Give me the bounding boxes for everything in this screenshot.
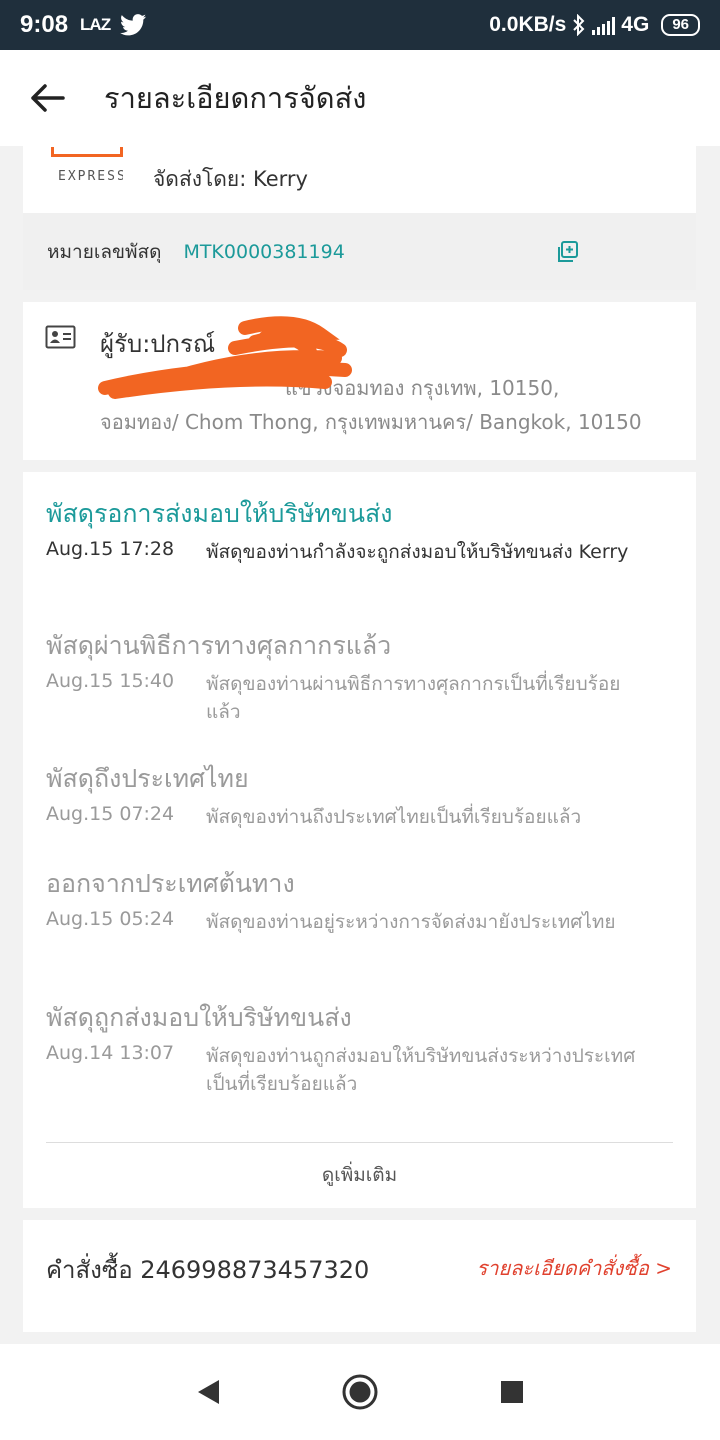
tracking-number-row: หมายเลขพัสดุ MTK0000381194: [23, 213, 696, 290]
event-title: พัสดุถูกส่งมอบให้บริษัทขนส่ง: [46, 1003, 352, 1032]
order-details-link[interactable]: รายละเอียดคำสั่งซื้อ >: [476, 1252, 672, 1284]
redaction-scribble: [98, 316, 352, 399]
recipient-card: ผู้รับ:ปกรณ์ แขวงจอมทอง กรุงเทพ, 10150, …: [23, 302, 696, 460]
event-title: ออกจากประเทศต้นทาง: [46, 869, 295, 898]
event-time: Aug.15 05:24: [46, 908, 175, 930]
event-time: Aug.15 07:24: [46, 803, 175, 825]
triangle-back-icon: [198, 1380, 219, 1404]
page-title: รายละเอียดการจัดส่ง: [104, 81, 367, 115]
network-type: 4G: [621, 13, 650, 36]
event-description: พัสดุของท่านกำลังจะถูกส่งมอบให้บริษัทขนส…: [206, 541, 629, 563]
event-description: พัสดุของท่านอยู่ระหว่างการจัดส่งมายังประ…: [206, 911, 616, 933]
bluetooth-icon: [573, 14, 585, 36]
signal-icon: [592, 15, 616, 35]
id-card-icon: [45, 325, 76, 349]
nav-home-button[interactable]: [334, 1366, 386, 1418]
see-more-button[interactable]: ดูเพิ่มเติม: [23, 1160, 696, 1190]
event-description: พัสดุของท่านถึงประเทศไทยเป็นที่เรียบร้อย…: [206, 806, 582, 828]
event-title: พัสดุผ่านพิธีการทางศุลกากรแล้ว: [46, 631, 392, 660]
timeline-event: ออกจากประเทศต้นทาง Aug.15 05:24 พัสดุของ…: [46, 864, 676, 933]
timeline-event: พัสดุรอการส่งมอบให้บริษัทขนส่ง Aug.15 17…: [46, 494, 676, 563]
lazada-notification-icon: LAZ: [80, 15, 111, 34]
battery-icon: 96: [661, 14, 700, 36]
arrow-left-icon: [31, 84, 65, 112]
event-time: Aug.14 13:07: [46, 1042, 175, 1064]
net-speed: 0.0KB/s: [489, 13, 567, 36]
nav-recents-button[interactable]: [486, 1366, 538, 1418]
divider: [46, 1142, 673, 1143]
order-number: คำสั่งซื้อ 246998873457320: [46, 1256, 370, 1284]
circle-home-icon: [342, 1374, 378, 1410]
event-title: พัสดุรอการส่งมอบให้บริษัทขนส่ง: [46, 499, 393, 528]
event-description: พัสดุของท่านผ่านพิธีการทางศุลกากรเป็นที่…: [206, 673, 621, 723]
system-nav-bar: [0, 1344, 720, 1440]
app-bar: รายละเอียดการจัดส่ง: [0, 50, 720, 146]
logo-text: EXPRESS: [58, 168, 123, 184]
carrier-card: EXPRESS จัดส่งโดย: Kerry หมายเลขพัสดุ MT…: [23, 146, 696, 290]
timeline-event: พัสดุถึงประเทศไทย Aug.15 07:24 พัสดุของท…: [46, 759, 676, 828]
event-time: Aug.15 15:40: [46, 670, 175, 692]
event-title: พัสดุถึงประเทศไทย: [46, 764, 249, 793]
tracking-timeline-card: พัสดุรอการส่งมอบให้บริษัทขนส่ง Aug.15 17…: [23, 472, 696, 1208]
status-time: 9:08: [20, 11, 69, 38]
twitter-icon: [120, 14, 147, 36]
kerry-logo: EXPRESS: [51, 146, 123, 203]
shipped-by: จัดส่งโดย: Kerry: [153, 167, 308, 191]
square-recents-icon: [501, 1381, 523, 1403]
status-bar: 9:08 LAZ 0.0KB/s 4G 96: [0, 0, 720, 50]
tracking-label: หมายเลขพัสดุ: [47, 240, 162, 263]
event-description: พัสดุของท่านถูกส่งมอบให้บริษัทขนส่งระหว่…: [206, 1045, 636, 1095]
timeline-event: พัสดุผ่านพิธีการทางศุลกากรแล้ว Aug.15 15…: [46, 626, 676, 723]
back-button[interactable]: [24, 75, 70, 121]
timeline-event: พัสดุถูกส่งมอบให้บริษัทขนส่ง Aug.14 13:0…: [46, 998, 676, 1095]
nav-back-button[interactable]: [182, 1366, 234, 1418]
event-time: Aug.15 17:28: [46, 538, 175, 560]
carrier-row: EXPRESS จัดส่งโดย: Kerry: [23, 146, 696, 213]
tracking-number: MTK0000381194: [183, 240, 345, 263]
address-line-2: จอมทอง/ Chom Thong, กรุงเทพมหานคร/ Bangk…: [100, 410, 642, 434]
order-card: คำสั่งซื้อ 246998873457320 รายละเอียดคำส…: [23, 1220, 696, 1332]
copy-icon[interactable]: [556, 240, 578, 263]
